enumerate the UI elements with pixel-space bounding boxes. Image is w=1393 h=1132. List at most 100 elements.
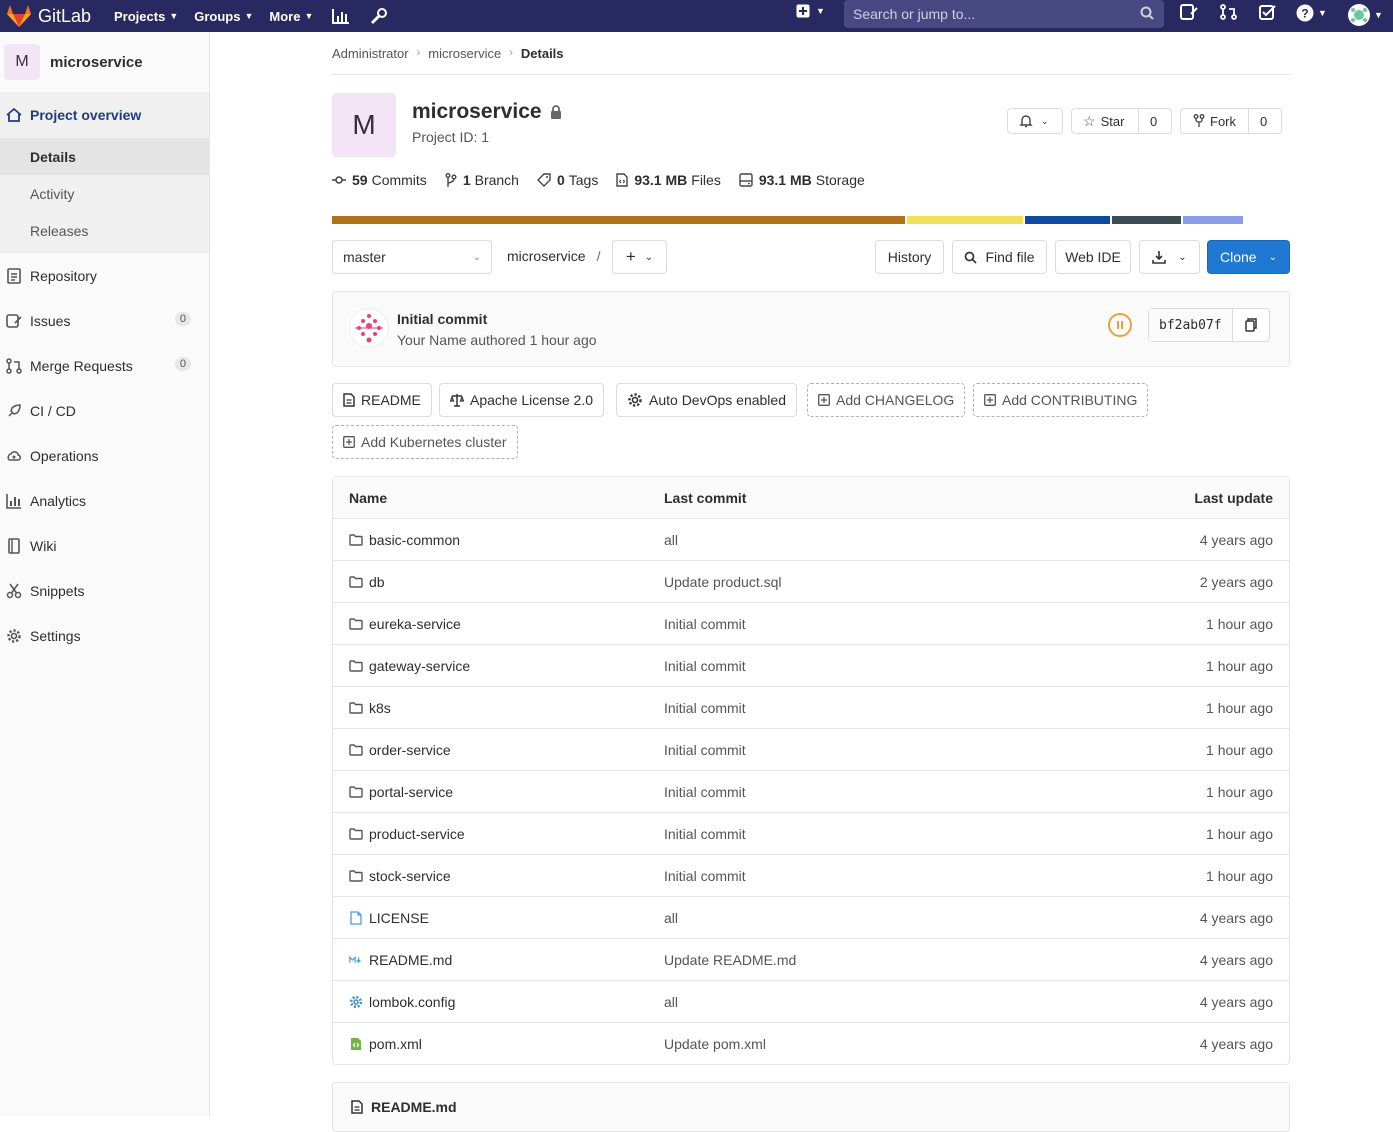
branch-select[interactable]: master ⌄ — [332, 240, 492, 274]
language-segment[interactable] — [1025, 216, 1110, 224]
history-button[interactable]: History — [875, 240, 944, 274]
sidebar-item-project-overview[interactable]: Project overview — [0, 92, 209, 138]
repository-languages-bar[interactable] — [332, 216, 1245, 224]
last-commit-message[interactable]: Initial commit — [664, 826, 1114, 842]
stat-tags[interactable]: 0 Tags — [536, 172, 598, 188]
sidebar-subitem-activity[interactable]: Activity — [0, 175, 209, 212]
sidebar-item-merge-requests[interactable]: Merge Requests 0 — [0, 343, 209, 388]
file-name-cell[interactable]: stock-service — [333, 868, 664, 884]
stat-storage[interactable]: 93.1 MB Storage — [739, 172, 865, 188]
last-commit-message[interactable]: Initial commit — [664, 616, 1114, 632]
file-name-cell[interactable]: LICENSE — [333, 910, 664, 926]
sidebar-item-wiki[interactable]: Wiki — [0, 523, 209, 568]
search-input[interactable]: Search or jump to... — [844, 0, 1164, 28]
file-name-cell[interactable]: basic-common — [333, 532, 664, 548]
file-name[interactable]: portal-service — [369, 784, 453, 800]
file-name-cell[interactable]: portal-service — [333, 784, 664, 800]
last-commit-message[interactable]: Initial commit — [664, 784, 1114, 800]
file-name[interactable]: pom.xml — [369, 1036, 422, 1052]
add-to-tree-dropdown[interactable]: + ⌄ — [612, 240, 667, 274]
breadcrumb-project[interactable]: microservice — [428, 46, 501, 61]
last-commit-message[interactable]: all — [664, 532, 1114, 548]
last-commit-message[interactable]: Update product.sql — [664, 574, 1114, 590]
readme-button[interactable]: README — [332, 383, 432, 417]
sidebar-item-issues[interactable]: Issues 0 — [0, 298, 209, 343]
last-commit-message[interactable]: Initial commit — [664, 658, 1114, 674]
file-name-cell[interactable]: order-service — [333, 742, 664, 758]
clone-dropdown-button[interactable]: Clone ⌄ — [1207, 240, 1290, 274]
readme-title[interactable]: README.md — [371, 1099, 457, 1115]
table-row[interactable]: lombok.config all 4 years ago — [333, 980, 1289, 1022]
file-name[interactable]: k8s — [369, 700, 391, 716]
sidebar-project-header[interactable]: M microservice — [0, 32, 209, 92]
sidebar-item-ci-cd[interactable]: CI / CD — [0, 388, 209, 433]
nav-more[interactable]: More ▼ — [269, 9, 313, 24]
sidebar-subitem-details[interactable]: Details — [0, 138, 209, 175]
sidebar-item-snippets[interactable]: Snippets — [0, 568, 209, 613]
file-name-cell[interactable]: eureka-service — [333, 616, 664, 632]
table-row[interactable]: README.md Update README.md 4 years ago — [333, 938, 1289, 980]
last-commit-message[interactable]: Initial commit — [664, 700, 1114, 716]
table-row[interactable]: order-service Initial commit 1 hour ago — [333, 728, 1289, 770]
find-file-button[interactable]: Find file — [952, 240, 1047, 274]
file-name[interactable]: stock-service — [369, 868, 451, 884]
todos-check-icon[interactable] — [1259, 4, 1277, 20]
sidebar-item-settings[interactable]: Settings — [0, 613, 209, 658]
table-row[interactable]: gateway-service Initial commit 1 hour ago — [333, 644, 1289, 686]
merge-requests-nav-icon[interactable] — [1220, 4, 1238, 20]
star-button[interactable]: ☆ Star 0 — [1071, 108, 1172, 134]
add-contributing-button[interactable]: Add CONTRIBUTING — [973, 383, 1149, 417]
help-dropdown[interactable]: ? ▼ — [1296, 4, 1327, 22]
notification-dropdown[interactable]: ⌄ — [1007, 108, 1063, 134]
language-segment[interactable] — [907, 216, 1023, 224]
file-name[interactable]: basic-common — [369, 532, 460, 548]
language-segment[interactable] — [1112, 216, 1181, 224]
pipeline-paused-status-icon[interactable] — [1108, 313, 1132, 337]
user-menu[interactable]: ▼ — [1348, 4, 1383, 26]
sidebar-item-operations[interactable]: Operations — [0, 433, 209, 478]
table-row[interactable]: portal-service Initial commit 1 hour ago — [333, 770, 1289, 812]
web-ide-button[interactable]: Web IDE — [1055, 240, 1131, 274]
table-row[interactable]: product-service Initial commit 1 hour ago — [333, 812, 1289, 854]
file-name-cell[interactable]: db — [333, 574, 664, 590]
auto-devops-button[interactable]: Auto DevOps enabled — [616, 383, 797, 417]
file-name[interactable]: eureka-service — [369, 616, 461, 632]
add-changelog-button[interactable]: Add CHANGELOG — [807, 383, 966, 417]
file-name-cell[interactable]: lombok.config — [333, 994, 664, 1010]
table-row[interactable]: k8s Initial commit 1 hour ago — [333, 686, 1289, 728]
last-commit-message[interactable]: all — [664, 910, 1114, 926]
last-commit-message[interactable]: Initial commit — [664, 868, 1114, 884]
license-button[interactable]: Apache License 2.0 — [439, 383, 604, 417]
table-row[interactable]: basic-common all 4 years ago — [333, 518, 1289, 560]
file-name[interactable]: db — [369, 574, 385, 590]
gitlab-home-link[interactable]: GitLab — [6, 4, 110, 28]
file-name-cell[interactable]: k8s — [333, 700, 664, 716]
file-name[interactable]: lombok.config — [369, 994, 455, 1010]
wrench-icon[interactable] — [367, 4, 391, 28]
last-commit-message[interactable]: all — [664, 994, 1114, 1010]
language-segment[interactable] — [332, 216, 905, 224]
file-name-cell[interactable]: pom.xml — [333, 1036, 664, 1052]
table-row[interactable]: stock-service Initial commit 1 hour ago — [333, 854, 1289, 896]
stat-branches[interactable]: 1 Branch — [445, 172, 519, 188]
commit-sha[interactable]: bf2ab07f — [1149, 309, 1233, 341]
stat-commits[interactable]: 59 Commits — [332, 172, 427, 188]
file-name-cell[interactable]: README.md — [333, 952, 664, 968]
todo-nav-icon[interactable] — [1180, 4, 1198, 20]
stat-files[interactable]: 93.1 MB Files — [616, 172, 721, 188]
breadcrumb-current[interactable]: Details — [521, 46, 564, 61]
add-kubernetes-cluster-button[interactable]: Add Kubernetes cluster — [332, 425, 518, 459]
last-commit-message[interactable]: Update README.md — [664, 952, 1114, 968]
repo-path[interactable]: microservice / — [507, 248, 600, 264]
last-commit-message[interactable]: Update pom.xml — [664, 1036, 1114, 1052]
file-name-cell[interactable]: gateway-service — [333, 658, 664, 674]
activity-chart-icon[interactable] — [329, 4, 353, 28]
new-item-dropdown[interactable]: ▼ — [796, 4, 825, 18]
star-count[interactable]: 0 — [1138, 109, 1168, 133]
nav-groups[interactable]: Groups ▼ — [194, 9, 253, 24]
last-commit-message[interactable]: Initial commit — [664, 742, 1114, 758]
breadcrumb-administrator[interactable]: Administrator — [332, 46, 409, 61]
copy-icon[interactable] — [1233, 318, 1269, 332]
download-dropdown[interactable]: ⌄ — [1139, 240, 1200, 274]
commit-author-avatar[interactable] — [349, 308, 389, 348]
